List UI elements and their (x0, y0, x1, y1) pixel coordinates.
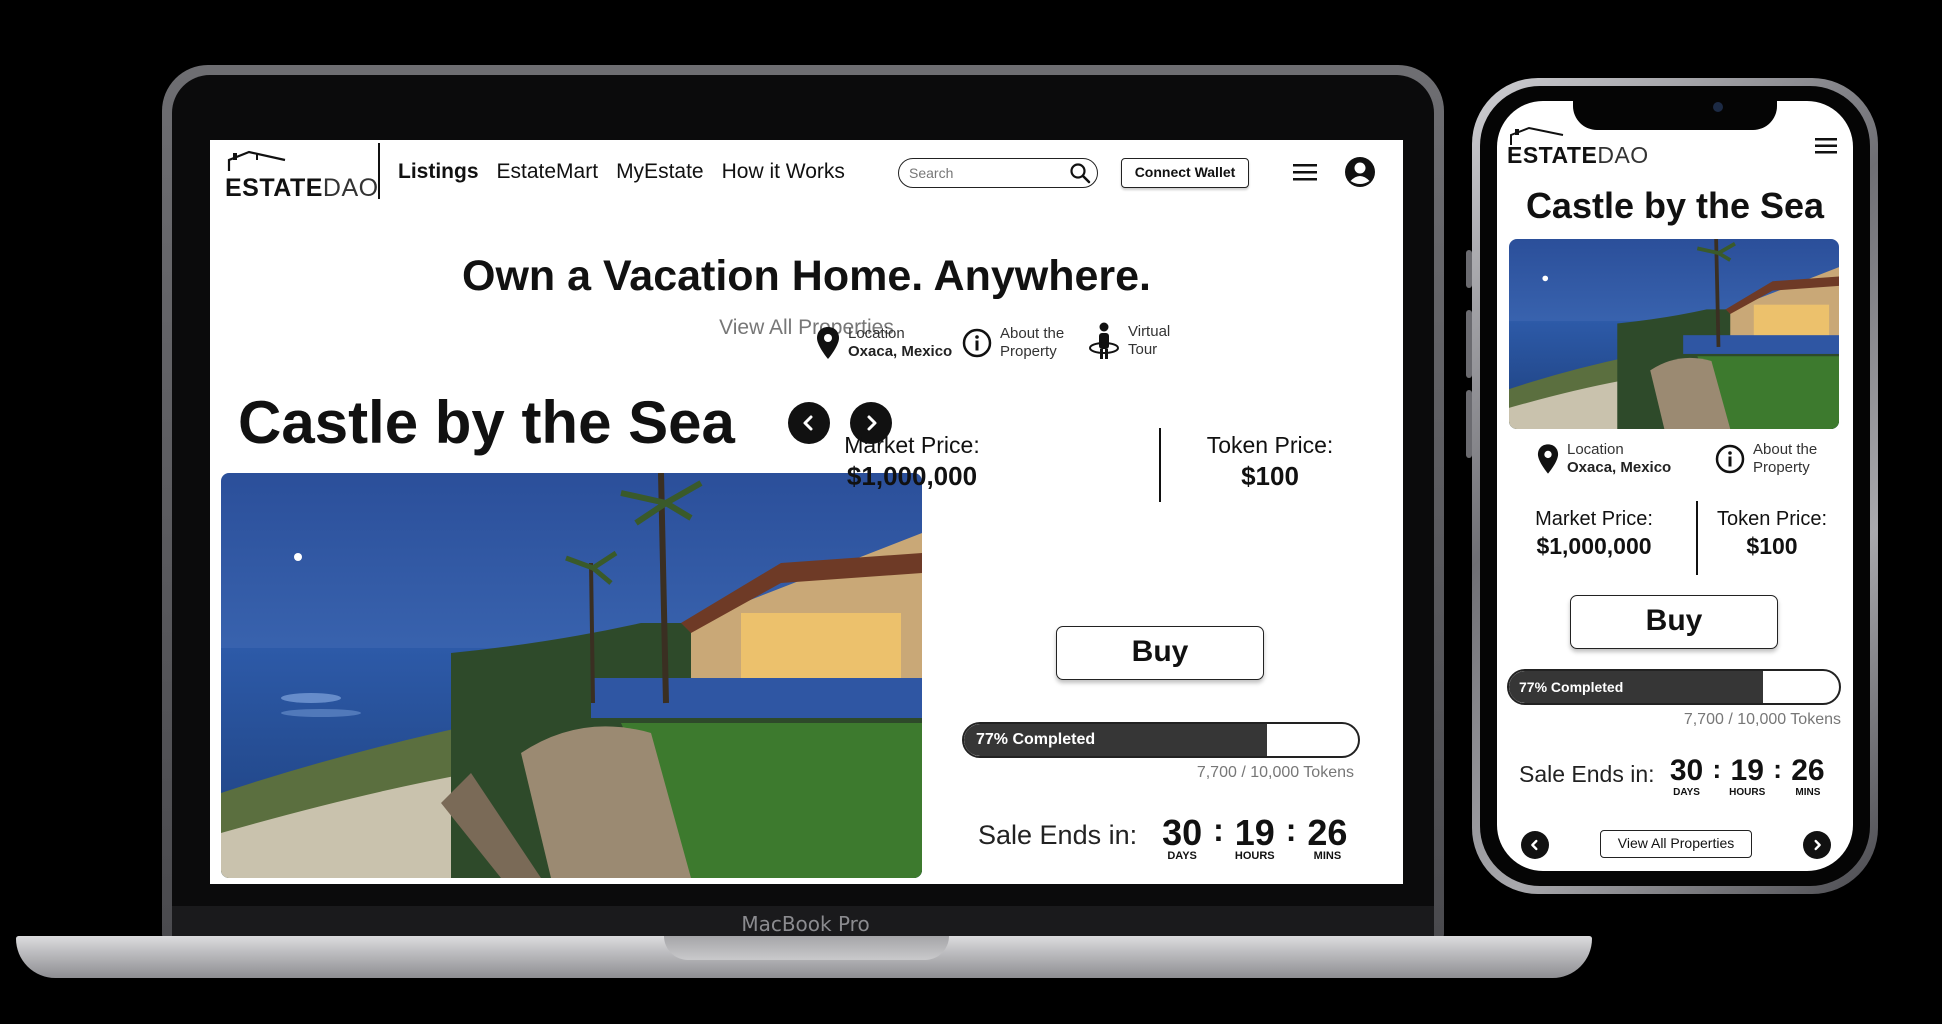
laptop-notch (664, 936, 949, 960)
token-price-value: $100 (1241, 461, 1299, 491)
property-title: Castle by the Sea (238, 389, 735, 456)
timer-days: 30 DAYS (1162, 812, 1203, 863)
nav-item-estatemart[interactable]: EstateMart (497, 160, 599, 184)
header-divider (378, 143, 380, 199)
location-pin-icon (1537, 444, 1559, 474)
info-icon (962, 328, 992, 358)
hero-title: Own a Vacation Home. Anywhere. (462, 252, 1151, 300)
user-avatar-icon[interactable] (1344, 156, 1376, 188)
timer-hours: 19 HOURS (1234, 812, 1275, 863)
mobile-property-title: Castle by the Sea (1525, 185, 1825, 226)
property-photo (221, 473, 922, 878)
market-price: Market Price: $1,000,000 (812, 432, 1012, 492)
mobile-tokens-count: 7,700 / 10,000 Tokens (1683, 711, 1841, 728)
timer-days: 30 DAYS (1669, 754, 1704, 799)
mobile-about-property-link[interactable]: About the Property (1715, 441, 1817, 477)
tokens-count: 7,700 / 10,000 Tokens (1196, 764, 1354, 781)
view-all-properties-link[interactable]: View All Properties (210, 316, 1403, 340)
search-input[interactable]: Search (898, 158, 1098, 188)
device-label: MacBook Pro (741, 912, 870, 936)
timer-colon: : (1712, 754, 1722, 784)
location-info: Location Oxaca, Mexico (816, 325, 952, 361)
sale-countdown: Sale Ends in: 30 DAYS : 19 HOURS : 26 MI… (978, 812, 1350, 863)
nav-item-listings[interactable]: Listings (398, 160, 479, 184)
mobile-buy-button[interactable]: Buy (1570, 595, 1778, 649)
timer-colon: : (1773, 754, 1782, 784)
location-pin-icon (817, 327, 839, 359)
price-divider (1159, 428, 1161, 502)
location-label: Location (848, 325, 905, 342)
nav-item-myestate[interactable]: MyEstate (616, 160, 704, 184)
location-value: Oxaca, Mexico (848, 343, 953, 360)
connect-wallet-button[interactable]: Connect Wallet (1121, 158, 1249, 188)
menu-icon[interactable] (1814, 137, 1838, 155)
progress-label: 77% Completed (976, 731, 1096, 748)
mobile-token-price: Token Price: $100 (1716, 508, 1828, 559)
timer-colon: : (1213, 812, 1224, 848)
prev-property-button[interactable] (1521, 831, 1549, 859)
phone-screen: ESTATEDAO Castle by the Sea Location Oxac… (1497, 101, 1853, 871)
funding-progress-bar: 77% Completed (962, 722, 1360, 758)
phone-notch (1573, 92, 1777, 130)
market-price-label: Market Price: (844, 432, 980, 458)
view-all-properties-button[interactable]: View All Properties (1600, 830, 1752, 858)
search-placeholder: Search (909, 165, 954, 181)
info-icon (1715, 444, 1745, 474)
timer-mins: 26 MINS (1791, 754, 1825, 799)
chevron-right-icon (867, 415, 877, 431)
timer-colon: : (1285, 812, 1297, 848)
chevron-left-icon (803, 415, 813, 431)
token-price-label: Token Price: (1206, 432, 1334, 458)
sale-label: Sale Ends in: (978, 820, 1138, 850)
buy-button[interactable]: Buy (1056, 626, 1264, 680)
site-header: ESTATEDAO Listings EstateMart MyEstate H… (210, 140, 1403, 210)
virtual-tour-icon (1089, 322, 1119, 359)
laptop-screen: ESTATEDAO Listings EstateMart MyEstate H… (210, 140, 1403, 884)
about-property-link[interactable]: About the Property (962, 325, 1064, 361)
virtual-tour-link[interactable]: Virtual Tour (1088, 322, 1170, 360)
mobile-funding-progress-bar: 77% Completed (1507, 669, 1841, 705)
search-icon[interactable] (1069, 162, 1091, 184)
next-property-button[interactable] (1803, 831, 1831, 859)
token-price: Token Price: $100 (1170, 432, 1370, 492)
mobile-bottom-nav: View All Properties (1497, 826, 1853, 860)
logo-text: ESTATEDAO (225, 174, 379, 202)
menu-icon[interactable] (1292, 162, 1318, 182)
house-logo-icon (227, 150, 286, 171)
market-price-value: $1,000,000 (846, 461, 978, 491)
mobile-sale-countdown: Sale Ends in: 30 DAYS : 19 HOURS : 26 MI… (1519, 754, 1828, 799)
mobile-market-price: Market Price: $1,000,000 (1535, 508, 1653, 559)
chevron-left-icon (1531, 839, 1538, 851)
timer-mins: 26 MINS (1307, 812, 1348, 863)
timer-hours: 19 HOURS (1729, 754, 1766, 799)
nav-item-how-it-works[interactable]: How it Works (722, 160, 845, 184)
logo-text: ESTATEDAO (1507, 142, 1649, 168)
main-nav: Listings EstateMart MyEstate How it Work… (398, 160, 845, 184)
camera-icon (1713, 102, 1723, 112)
mobile-property-photo (1509, 239, 1839, 429)
chevron-right-icon (1814, 839, 1821, 851)
mobile-location-info: Location Oxaca, Mexico (1537, 441, 1671, 477)
